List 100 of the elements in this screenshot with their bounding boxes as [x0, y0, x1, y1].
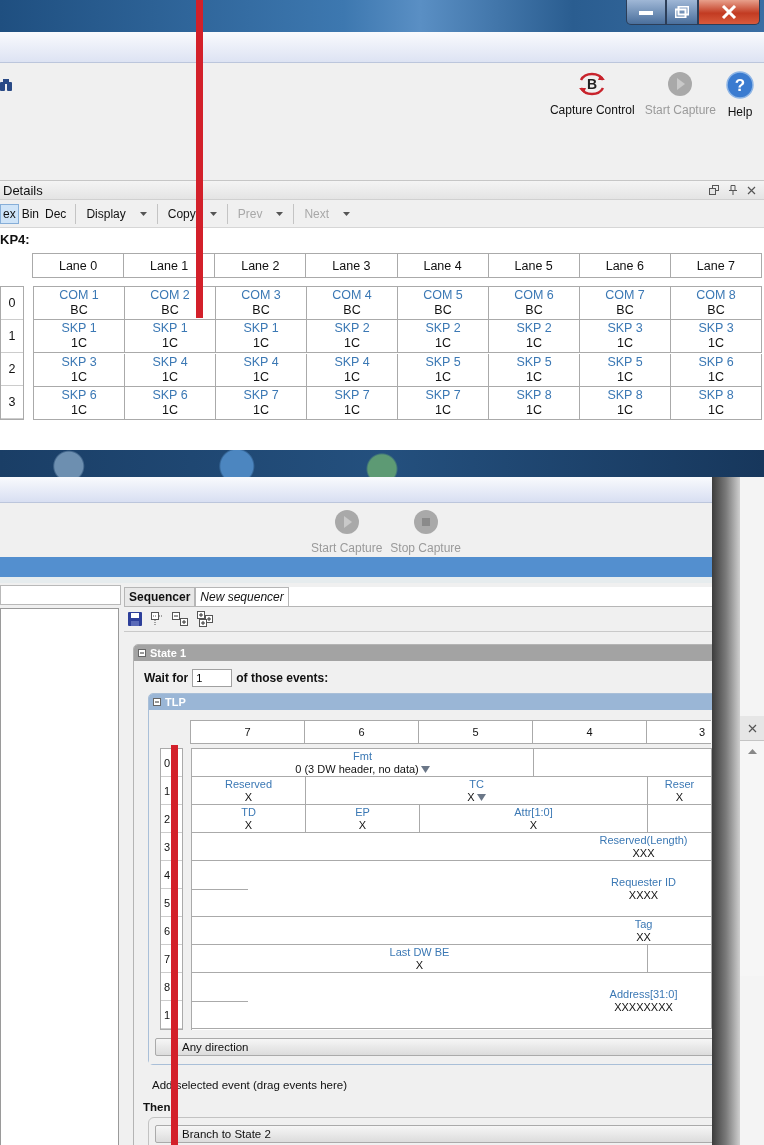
panel-title: State 1: [150, 647, 187, 659]
format-tab[interactable]: ex: [0, 203, 19, 224]
field-cell[interactable]: Tag XX: [192, 917, 712, 945]
dropdown-icon[interactable]: [476, 793, 486, 801]
table-cell: COM 7 BC: [580, 287, 671, 320]
minimize-icon: [639, 9, 653, 15]
search-field[interactable]: [0, 585, 121, 605]
toolbar-button[interactable]: B Capture Control: [547, 71, 637, 119]
close-button[interactable]: [698, 0, 760, 25]
table-cell: SKP 7 1C: [307, 386, 398, 420]
table-cell: SKP 1 1C: [216, 320, 307, 354]
expand-all-icon[interactable]: [197, 611, 213, 627]
stop-icon: [412, 509, 439, 535]
column-header: 4: [533, 721, 647, 744]
caret-icon: [343, 211, 351, 216]
save-icon[interactable]: [128, 612, 142, 626]
dropdown-button[interactable]: Display: [82, 204, 151, 223]
column-header: 6: [305, 721, 419, 744]
tab[interactable]: Sequencer: [124, 587, 196, 606]
play-icon: [333, 509, 360, 535]
binoculars-icon[interactable]: [0, 79, 12, 91]
field-label: Wait for: [144, 671, 189, 685]
column-header: Lane 2: [215, 254, 307, 278]
field-cell[interactable]: TD X: [192, 805, 306, 833]
table-cell: COM 1 BC: [34, 287, 125, 320]
table-cell: SKP 7 1C: [216, 386, 307, 420]
column-header: 5: [419, 721, 533, 744]
minimize-button[interactable]: [626, 0, 666, 25]
section-heading: KP4:: [0, 232, 31, 247]
table-cell: SKP 5 1C: [580, 353, 671, 387]
field-cell[interactable]: Fmt 0 (3 DW header, no data): [192, 749, 534, 777]
table-cell: SKP 8 1C: [489, 386, 580, 420]
restore-icon: [675, 6, 689, 18]
column-header: Lane 4: [397, 254, 489, 278]
table-cell: COM 3 BC: [216, 287, 307, 320]
column-header: Lane 5: [488, 254, 580, 278]
field-cell[interactable]: Reserved(Length) XXX: [192, 833, 712, 861]
table-cell: COM 8 BC: [671, 287, 762, 320]
column-header: Lane 3: [306, 254, 398, 278]
table-cell: SKP 5 1C: [398, 353, 489, 387]
table-cell: SKP 6 1C: [671, 353, 762, 387]
table-cell: SKP 8 1C: [580, 386, 671, 420]
panel-title: TLP: [165, 696, 186, 708]
field-cell[interactable]: Last DW BE X: [192, 945, 648, 973]
field-cell[interactable]: TC X: [306, 777, 648, 805]
row-number: 0: [1, 287, 23, 320]
table-cell: SKP 5 1C: [489, 353, 580, 387]
tab[interactable]: New sequencer: [195, 587, 289, 606]
column-header: Lane 7: [670, 254, 762, 278]
toolbar-button[interactable]: ? Help: [724, 71, 756, 119]
play-icon: [667, 71, 694, 97]
field-cell[interactable]: Requester ID XXXX: [192, 861, 712, 917]
row-number: 3: [1, 386, 23, 419]
table-cell: SKP 2 1C: [307, 320, 398, 354]
dropdown-button[interactable]: Copy: [163, 204, 221, 223]
dropdown-icon[interactable]: [420, 765, 430, 773]
format-tab[interactable]: Bin: [18, 203, 43, 224]
expand-tree-icon[interactable]: [172, 612, 188, 626]
row-number: 1: [1, 320, 23, 353]
column-header: 3: [647, 721, 711, 744]
row-number: 2: [1, 353, 23, 386]
column-header: 7: [191, 721, 305, 744]
help-icon: ?: [726, 71, 754, 99]
close-icon[interactable]: [747, 723, 757, 733]
field-cell[interactable]: Attr[1:0] X: [420, 805, 648, 833]
pin-icon[interactable]: [729, 185, 737, 195]
field-cell[interactable]: Address[31:0] XXXXXXXX: [192, 973, 712, 1029]
close-icon[interactable]: [747, 185, 756, 195]
field-label: of those events:: [236, 671, 329, 685]
table-cell: SKP 3 1C: [34, 353, 125, 387]
caret-icon: [276, 211, 284, 216]
field-cell[interactable]: EP X: [306, 805, 420, 833]
table-cell: SKP 3 1C: [580, 320, 671, 354]
column-header: Lane 0: [33, 254, 125, 278]
panel-title: Details: [2, 182, 43, 198]
table-cell: SKP 3 1C: [671, 320, 762, 354]
field-cell[interactable]: Reserved X: [192, 777, 306, 805]
caret-icon: [139, 211, 147, 216]
scroll-up-icon[interactable]: [747, 749, 757, 754]
table-cell: SKP 7 1C: [398, 386, 489, 420]
collapse-icon[interactable]: [138, 649, 146, 657]
section-label: Then: [143, 1101, 172, 1113]
float-icon[interactable]: [709, 185, 719, 195]
collapse-tree-icon[interactable]: [151, 612, 163, 626]
table-cell: SKP 1 1C: [34, 320, 125, 354]
table-cell: SKP 8 1C: [671, 386, 762, 420]
maximize-button[interactable]: [666, 0, 698, 25]
table-cell: SKP 6 1C: [34, 386, 125, 420]
table-cell: COM 4 BC: [307, 287, 398, 320]
table-cell: COM 5 BC: [398, 287, 489, 320]
direction-dropdown[interactable]: Any direction: [155, 1038, 712, 1056]
table-cell: COM 6 BC: [489, 287, 580, 320]
format-tab[interactable]: Dec: [42, 203, 70, 224]
table-cell: SKP 6 1C: [125, 386, 216, 420]
collapse-icon[interactable]: [153, 698, 161, 706]
action-dropdown[interactable]: Branch to State 2: [155, 1125, 712, 1143]
column-header: Lane 6: [579, 254, 671, 278]
table-cell: SKP 4 1C: [216, 353, 307, 387]
caret-icon: [209, 211, 217, 216]
count-field[interactable]: 1: [192, 669, 233, 687]
